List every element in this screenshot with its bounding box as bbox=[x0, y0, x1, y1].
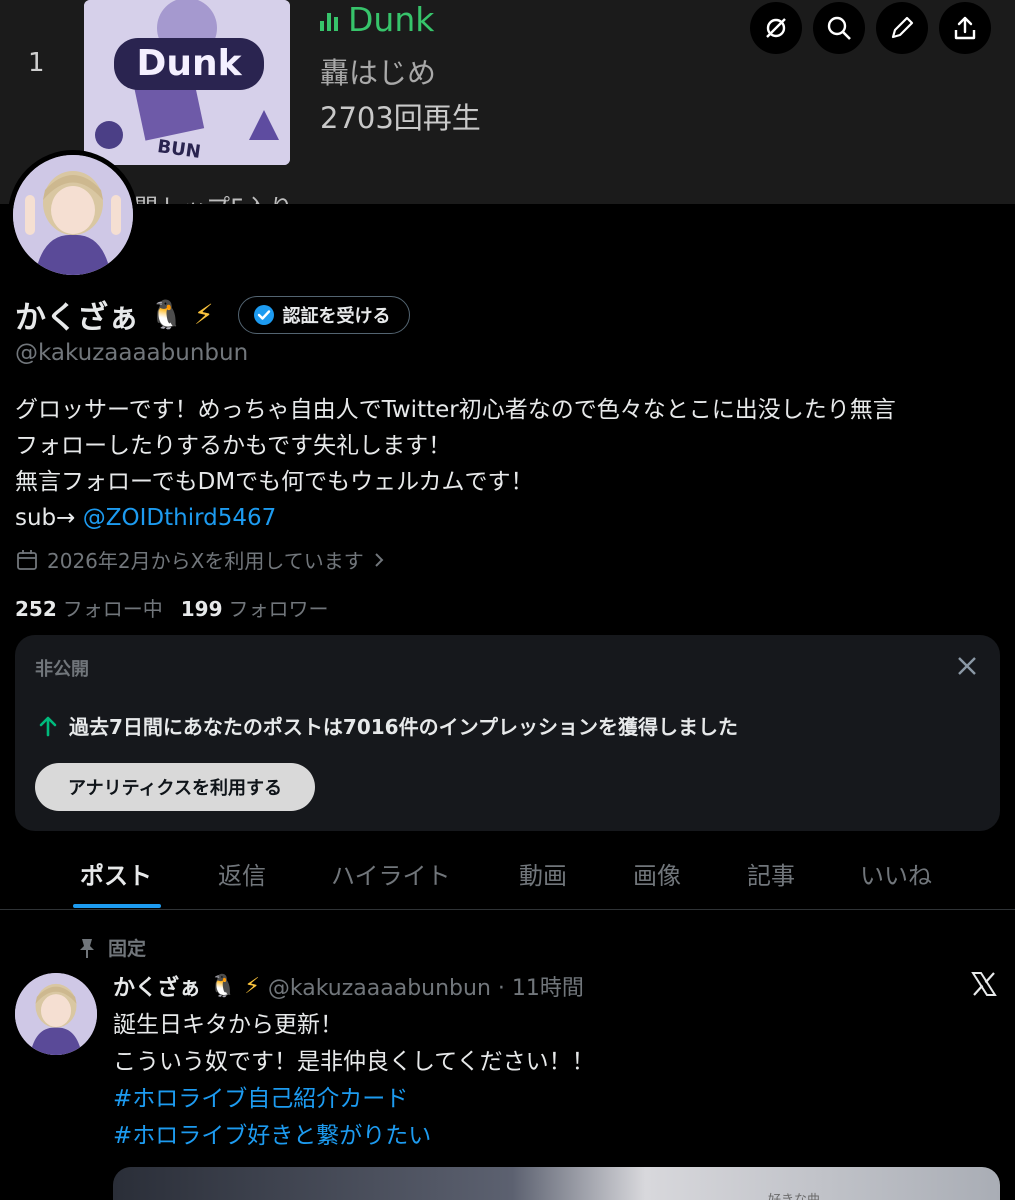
followers-count: 199 bbox=[180, 597, 223, 621]
pinned-indicator: 固定 bbox=[78, 934, 146, 961]
profile-name-row: かくざぁ 🐧 ⚡ 認証を受ける bbox=[15, 292, 410, 337]
impressions-summary: 過去7日間にあなたのポストは7016件のインプレッションを獲得しました bbox=[37, 711, 738, 740]
profile-tabs: ポスト 返信 ハイライト 動画 画像 記事 いいね bbox=[0, 848, 1015, 910]
private-label: 非公開 bbox=[35, 659, 89, 680]
bio-sub-prefix: sub→ bbox=[15, 505, 83, 531]
penguin-icon: 🐧 bbox=[209, 973, 237, 999]
bio-line: グロッサーです！めっちゃ自由人でTwitter初心者なので色々なとこに出没したり… bbox=[15, 397, 896, 423]
post-line: こういう奴です！是非仲良くしてください！！ bbox=[113, 1049, 595, 1075]
playing-bars-icon bbox=[320, 9, 338, 31]
hashtag-link[interactable]: #ホロライブ好きと繋がりたい bbox=[113, 1118, 595, 1155]
lightning-icon: ⚡ bbox=[244, 973, 260, 999]
profile-banner[interactable]: 1 Dunk BUN Dunk 轟はじめ 2703回再生 間トップ5入り bbox=[0, 0, 1015, 204]
cover-title: Dunk bbox=[136, 43, 242, 84]
post-avatar[interactable] bbox=[15, 973, 97, 1055]
joined-date[interactable]: 2026年2月からXを利用しています bbox=[15, 545, 386, 574]
bio-sub-line: sub→ @ZOIDthird5467 bbox=[15, 500, 1000, 536]
post-text: 誕生日キタから更新！ こういう奴です！是非仲良くしてください！！ #ホロライブ自… bbox=[113, 1007, 595, 1155]
lightning-icon: ⚡ bbox=[193, 298, 214, 331]
analytics-card: 非公開 過去7日間にあなたのポストは7016件のインプレッションを獲得しました … bbox=[15, 635, 1000, 831]
profile-avatar[interactable] bbox=[8, 150, 138, 280]
share-icon bbox=[954, 16, 976, 40]
post-media[interactable]: 好きな曲 bbox=[113, 1167, 1000, 1200]
joined-text: 2026年2月からXを利用しています bbox=[47, 549, 364, 573]
penguin-icon: 🐧 bbox=[149, 298, 184, 331]
search-button[interactable] bbox=[813, 2, 865, 54]
follow-stats: 252 フォロー中 199 フォロワー bbox=[15, 593, 329, 622]
album-cover: Dunk BUN bbox=[84, 0, 290, 165]
tab-articles[interactable]: 記事 bbox=[747, 856, 795, 891]
hashtag-link[interactable]: #ホロライブ自己紹介カード bbox=[113, 1081, 595, 1118]
active-tab-indicator bbox=[73, 904, 161, 908]
get-verified-label: 認証を受ける bbox=[282, 305, 391, 327]
followers-link[interactable]: 199 フォロワー bbox=[181, 593, 329, 622]
grok-icon bbox=[766, 18, 786, 38]
tab-images[interactable]: 画像 bbox=[633, 856, 681, 891]
song-title-text: Dunk bbox=[348, 0, 435, 39]
post-header: かくざぁ 🐧 ⚡ @kakuzaaaabunbun · 11時間 bbox=[113, 970, 584, 1002]
pin-icon bbox=[80, 938, 94, 958]
tab-likes[interactable]: いいね bbox=[860, 856, 932, 891]
following-count: 252 bbox=[15, 597, 57, 621]
x-logo-icon[interactable] bbox=[970, 970, 998, 998]
verified-badge-icon bbox=[253, 304, 274, 325]
use-analytics-button[interactable]: アナリティクスを利用する bbox=[35, 763, 315, 811]
followers-label: フォロワー bbox=[228, 597, 329, 621]
bio-line: フォローしたりするかもです失礼します！ bbox=[15, 433, 452, 459]
tab-replies[interactable]: 返信 bbox=[218, 856, 266, 891]
display-name: かくざぁ bbox=[15, 300, 139, 336]
chevron-right-icon bbox=[375, 552, 384, 567]
close-icon[interactable] bbox=[954, 653, 980, 679]
song-artist: 轟はじめ bbox=[320, 56, 437, 90]
sub-account-link[interactable]: @ZOIDthird5467 bbox=[83, 505, 277, 531]
song-rank: 1 bbox=[28, 48, 45, 78]
tab-videos[interactable]: 動画 bbox=[519, 856, 567, 891]
pencil-icon bbox=[891, 16, 914, 39]
username: @kakuzaaaabunbun bbox=[15, 340, 249, 366]
banner-caption: 間トップ5入り bbox=[134, 188, 293, 204]
tab-highlights[interactable]: ハイライト bbox=[331, 856, 451, 891]
following-label: フォロー中 bbox=[62, 597, 163, 621]
edit-button[interactable] bbox=[876, 2, 928, 54]
song-title[interactable]: Dunk bbox=[320, 0, 434, 39]
pinned-label: 固定 bbox=[108, 938, 147, 960]
post-handle-time: @kakuzaaaabunbun · 11時間 bbox=[267, 976, 584, 1001]
share-button[interactable] bbox=[939, 2, 991, 54]
grok-button[interactable] bbox=[750, 2, 802, 54]
tab-posts[interactable]: ポスト bbox=[80, 856, 152, 891]
post-author-name[interactable]: かくざぁ bbox=[113, 970, 201, 1002]
post-line: 誕生日キタから更新！ bbox=[113, 1012, 343, 1038]
song-plays: 2703回再生 bbox=[320, 101, 481, 135]
following-link[interactable]: 252 フォロー中 bbox=[15, 593, 163, 622]
get-verified-button[interactable]: 認証を受ける bbox=[237, 295, 410, 334]
search-icon bbox=[827, 16, 851, 40]
profile-bio: グロッサーです！めっちゃ自由人でTwitter初心者なので色々なとこに出没したり… bbox=[15, 392, 1000, 536]
calendar-icon bbox=[17, 549, 37, 570]
bio-line: 無言フォローでもDMでも何でもウェルカムです！ bbox=[15, 469, 534, 495]
arrow-up-icon bbox=[39, 716, 57, 736]
media-caption: 好きな曲 bbox=[768, 1189, 820, 1200]
impressions-text: 過去7日間にあなたのポストは7016件のインプレッションを獲得しました bbox=[69, 715, 738, 739]
